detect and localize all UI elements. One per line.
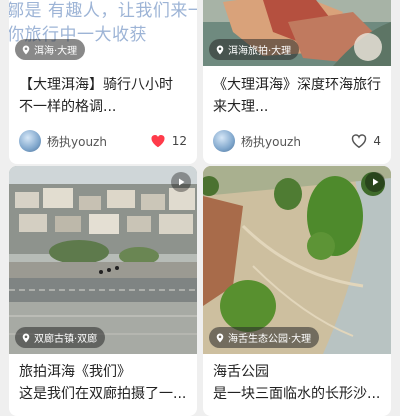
- card-cover-image[interactable]: 鄒是 有趣人，让我们来一场 你旅行中一大收获 洱海·大理: [9, 0, 197, 66]
- cover-photo: [9, 166, 197, 354]
- card-title: 《大理洱海》深度环海旅行: [213, 77, 381, 93]
- location-pin-icon: [22, 45, 30, 54]
- author-name: 杨执youzh: [47, 134, 107, 149]
- avatar[interactable]: [213, 130, 235, 152]
- feed-card[interactable]: 双廊古镇·双廊 旅拍洱海《我们》 这是我们在双廊拍摄了一...: [9, 166, 197, 416]
- like-button[interactable]: 4: [351, 133, 381, 149]
- location-pin-icon: [22, 333, 30, 342]
- avatar[interactable]: [19, 130, 41, 152]
- card-cover-image[interactable]: 洱海旅拍·大理: [203, 0, 391, 66]
- like-count: 12: [171, 134, 187, 148]
- card-title: 海舌公园: [213, 364, 269, 380]
- card-title: 旅拍洱海《我们》: [19, 364, 131, 380]
- heart-filled-icon: [151, 134, 165, 148]
- cover-photo: [203, 166, 391, 354]
- feed-card[interactable]: 洱海旅拍·大理 《大理洱海》深度环海旅行 来大理... 杨执youzh 4: [203, 0, 391, 164]
- card-title: 这是我们在双廊拍摄了一...: [19, 386, 187, 402]
- card-title: 是一块三面临水的长形沙...: [213, 386, 381, 402]
- like-button[interactable]: 12: [150, 133, 187, 149]
- location-tag-label: 双廊古镇·双廊: [34, 334, 98, 345]
- location-pin-icon: [216, 45, 224, 54]
- card-title: 【大理洱海】骑行八小时: [19, 77, 173, 93]
- location-tag-label: 洱海旅拍·大理: [228, 46, 292, 57]
- feed-card[interactable]: 鄒是 有趣人，让我们来一场 你旅行中一大收获 洱海·大理 【大理洱海】骑行八小时…: [9, 0, 197, 164]
- heart-outline-icon: [352, 134, 367, 149]
- author-info[interactable]: 杨执youzh: [213, 130, 301, 152]
- card-cover-image[interactable]: 海舌生态公园·大理: [203, 166, 391, 354]
- card-title: 来大理...: [213, 99, 269, 115]
- card-title: 不一样的格调...: [19, 99, 117, 115]
- cover-overlay-text: 鄒是 有趣人，让我们来一场: [9, 1, 197, 21]
- location-tag-label: 海舌生态公园·大理: [228, 334, 312, 345]
- video-play-icon: [171, 172, 191, 192]
- location-tag[interactable]: 双廊古镇·双廊: [15, 327, 106, 348]
- like-count: 4: [373, 134, 381, 148]
- location-tag[interactable]: 洱海旅拍·大理: [209, 39, 300, 60]
- location-tag[interactable]: 海舌生态公园·大理: [209, 327, 320, 348]
- location-pin-icon: [216, 333, 224, 342]
- author-name: 杨执youzh: [241, 134, 301, 149]
- author-info[interactable]: 杨执youzh: [19, 130, 107, 152]
- location-tag-label: 洱海·大理: [34, 46, 78, 57]
- card-cover-image[interactable]: 双廊古镇·双廊: [9, 166, 197, 354]
- video-play-icon: [365, 172, 385, 192]
- feed-card[interactable]: 海舌生态公园·大理 海舌公园 是一块三面临水的长形沙...: [203, 166, 391, 416]
- location-tag[interactable]: 洱海·大理: [15, 39, 86, 60]
